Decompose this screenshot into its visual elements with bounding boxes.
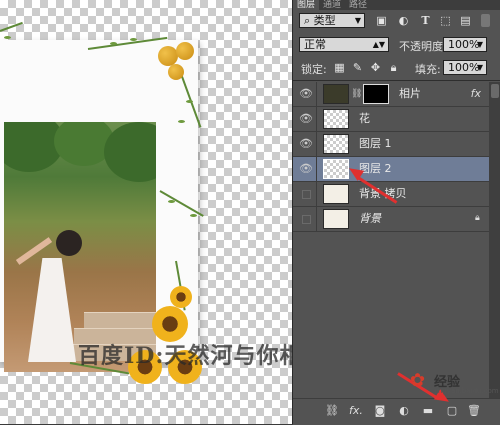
chevron-down-icon: ▼ bbox=[476, 40, 483, 49]
layer-row[interactable]: 👁︎ 花 bbox=[293, 107, 489, 132]
opacity-label: 不透明度: bbox=[399, 40, 447, 53]
divider bbox=[316, 132, 317, 156]
leaf bbox=[168, 200, 175, 203]
visibility-toggle-off[interactable] bbox=[297, 182, 315, 206]
leaf bbox=[4, 36, 11, 39]
layers-panel: 图层 通道 路径 ⌕ 类型 ▼ ▣ ◐ T ⬚ ▤ 正常 ▲▼ 不透明度: 10… bbox=[292, 0, 500, 425]
layer-list: 👁︎ ⛓ 相片 fx 👁︎ 花 👁︎ 图层 1 👁︎ 图层 2 背景 拷贝 背景… bbox=[293, 82, 489, 232]
tab-channels[interactable]: 通道 bbox=[319, 0, 345, 10]
layer-thumbnail bbox=[323, 209, 349, 229]
layer-thumbnail bbox=[323, 109, 349, 129]
leaf bbox=[110, 42, 117, 45]
layer-row[interactable]: 👁︎ 图层 1 bbox=[293, 132, 489, 157]
lock-icon: 🔒︎ bbox=[475, 213, 480, 223]
tab-paths[interactable]: 路径 bbox=[345, 0, 371, 10]
lock-label: 锁定: bbox=[301, 63, 327, 76]
layer-name: 图层 1 bbox=[359, 137, 392, 150]
visibility-eye-icon[interactable]: 👁︎ bbox=[297, 157, 315, 181]
layer-row[interactable]: 背景 拷贝 bbox=[293, 182, 489, 207]
fx-icon[interactable]: fx bbox=[471, 82, 481, 106]
watermark-text: 百度ID:天然河与你相约 bbox=[78, 343, 292, 369]
group-icon[interactable]: ▬ bbox=[421, 404, 435, 418]
divider bbox=[316, 207, 317, 231]
layer-mask-thumbnail[interactable] bbox=[363, 84, 389, 104]
scrollbar-thumb[interactable] bbox=[491, 84, 499, 98]
layer-name: 相片 bbox=[399, 87, 421, 100]
layer-thumbnail bbox=[323, 184, 349, 204]
search-icon: ⌕ bbox=[304, 14, 311, 27]
chevron-down-icon: ▼ bbox=[476, 63, 483, 72]
sunflower bbox=[152, 306, 188, 342]
visibility-eye-icon[interactable]: 👁︎ bbox=[297, 107, 315, 131]
panel-tabs: 图层 通道 路径 bbox=[293, 0, 500, 10]
document-canvas[interactable]: 百度ID:天然河与你相约 bbox=[0, 0, 292, 424]
new-layer-icon[interactable]: ▢ bbox=[445, 404, 459, 418]
greenery-sprig bbox=[0, 21, 23, 32]
pompom-flower bbox=[176, 42, 194, 60]
shape-filter-icon[interactable]: ⬚ bbox=[439, 14, 452, 27]
opacity-field[interactable]: 100% ▼ bbox=[443, 37, 487, 52]
layer-thumbnail bbox=[323, 134, 349, 154]
layer-row[interactable]: 背景 🔒︎ bbox=[293, 207, 489, 232]
chain-link-icon[interactable]: ⛓ bbox=[351, 89, 362, 99]
adjustment-filter-icon[interactable]: ◐ bbox=[397, 14, 410, 27]
smart-object-filter-icon[interactable]: ▤ bbox=[459, 14, 472, 27]
stairs bbox=[84, 312, 156, 329]
visibility-eye-icon[interactable]: 👁︎ bbox=[297, 132, 315, 156]
leaf bbox=[186, 100, 193, 103]
layer-name: 图层 2 bbox=[359, 162, 392, 175]
leaf bbox=[190, 214, 197, 217]
sunflower bbox=[170, 286, 192, 308]
adjustment-icon[interactable]: ◐ bbox=[397, 404, 411, 418]
baidu-paw-logo: ✿ bbox=[410, 370, 426, 391]
filter-kind-dropdown[interactable]: ⌕ 类型 ▼ bbox=[299, 13, 365, 28]
divider bbox=[316, 107, 317, 131]
pompom-flower bbox=[168, 64, 184, 80]
layers-bottom-toolbar: ⛓ fx. ◙ ◐ ▬ ▢ 🗑︎ bbox=[293, 398, 500, 425]
leaf bbox=[178, 120, 185, 123]
leaf bbox=[130, 38, 137, 41]
divider bbox=[316, 82, 317, 106]
divider bbox=[316, 157, 317, 181]
layer-row-selected[interactable]: 👁︎ 图层 2 bbox=[293, 157, 489, 182]
girl-head bbox=[56, 230, 82, 256]
blend-mode-dropdown[interactable]: 正常 ▲▼ bbox=[299, 37, 389, 52]
chevron-down-icon: ▼ bbox=[354, 16, 361, 25]
lock-position-icon[interactable]: ✥ bbox=[369, 61, 382, 74]
fill-label: 填充: bbox=[415, 63, 441, 76]
divider bbox=[316, 182, 317, 206]
chevron-down-icon: ▲▼ bbox=[372, 40, 385, 49]
type-filter-icon[interactable]: T bbox=[419, 14, 432, 27]
tab-layers[interactable]: 图层 bbox=[293, 0, 320, 10]
visibility-toggle-off[interactable] bbox=[297, 207, 315, 231]
logo-subtext: jingyan.baidu.com bbox=[434, 387, 499, 395]
scrollbar[interactable] bbox=[489, 82, 500, 398]
layer-thumbnail bbox=[323, 159, 349, 179]
layer-thumbnail bbox=[323, 84, 349, 104]
layer-name: 背景 bbox=[359, 212, 381, 225]
trash-icon[interactable]: 🗑︎ bbox=[467, 404, 481, 418]
layer-row[interactable]: 👁︎ ⛓ 相片 fx bbox=[293, 82, 489, 107]
lock-all-icon[interactable]: 🔒︎ bbox=[387, 61, 400, 74]
filter-toggle[interactable] bbox=[481, 14, 490, 27]
pompom-flower bbox=[158, 46, 178, 66]
fx-icon[interactable]: fx. bbox=[349, 404, 363, 418]
layer-filter-row: ⌕ 类型 ▼ ▣ ◐ T ⬚ ▤ bbox=[293, 12, 500, 30]
link-icon[interactable]: ⛓ bbox=[325, 404, 339, 418]
blend-row: 正常 ▲▼ 不透明度: 100% ▼ bbox=[293, 36, 500, 54]
visibility-eye-icon[interactable]: 👁︎ bbox=[297, 82, 315, 106]
lock-pixels-icon[interactable]: ✎ bbox=[351, 61, 364, 74]
layer-name: 花 bbox=[359, 112, 370, 125]
lock-transparent-icon[interactable]: ▦ bbox=[333, 61, 346, 74]
divider bbox=[293, 80, 500, 81]
lock-row: 锁定: ▦ ✎ ✥ 🔒︎ 填充: 100% ▼ bbox=[293, 59, 500, 77]
fill-field[interactable]: 100% ▼ bbox=[443, 60, 487, 75]
image-filter-icon[interactable]: ▣ bbox=[375, 14, 388, 27]
mask-icon[interactable]: ◙ bbox=[373, 404, 387, 418]
